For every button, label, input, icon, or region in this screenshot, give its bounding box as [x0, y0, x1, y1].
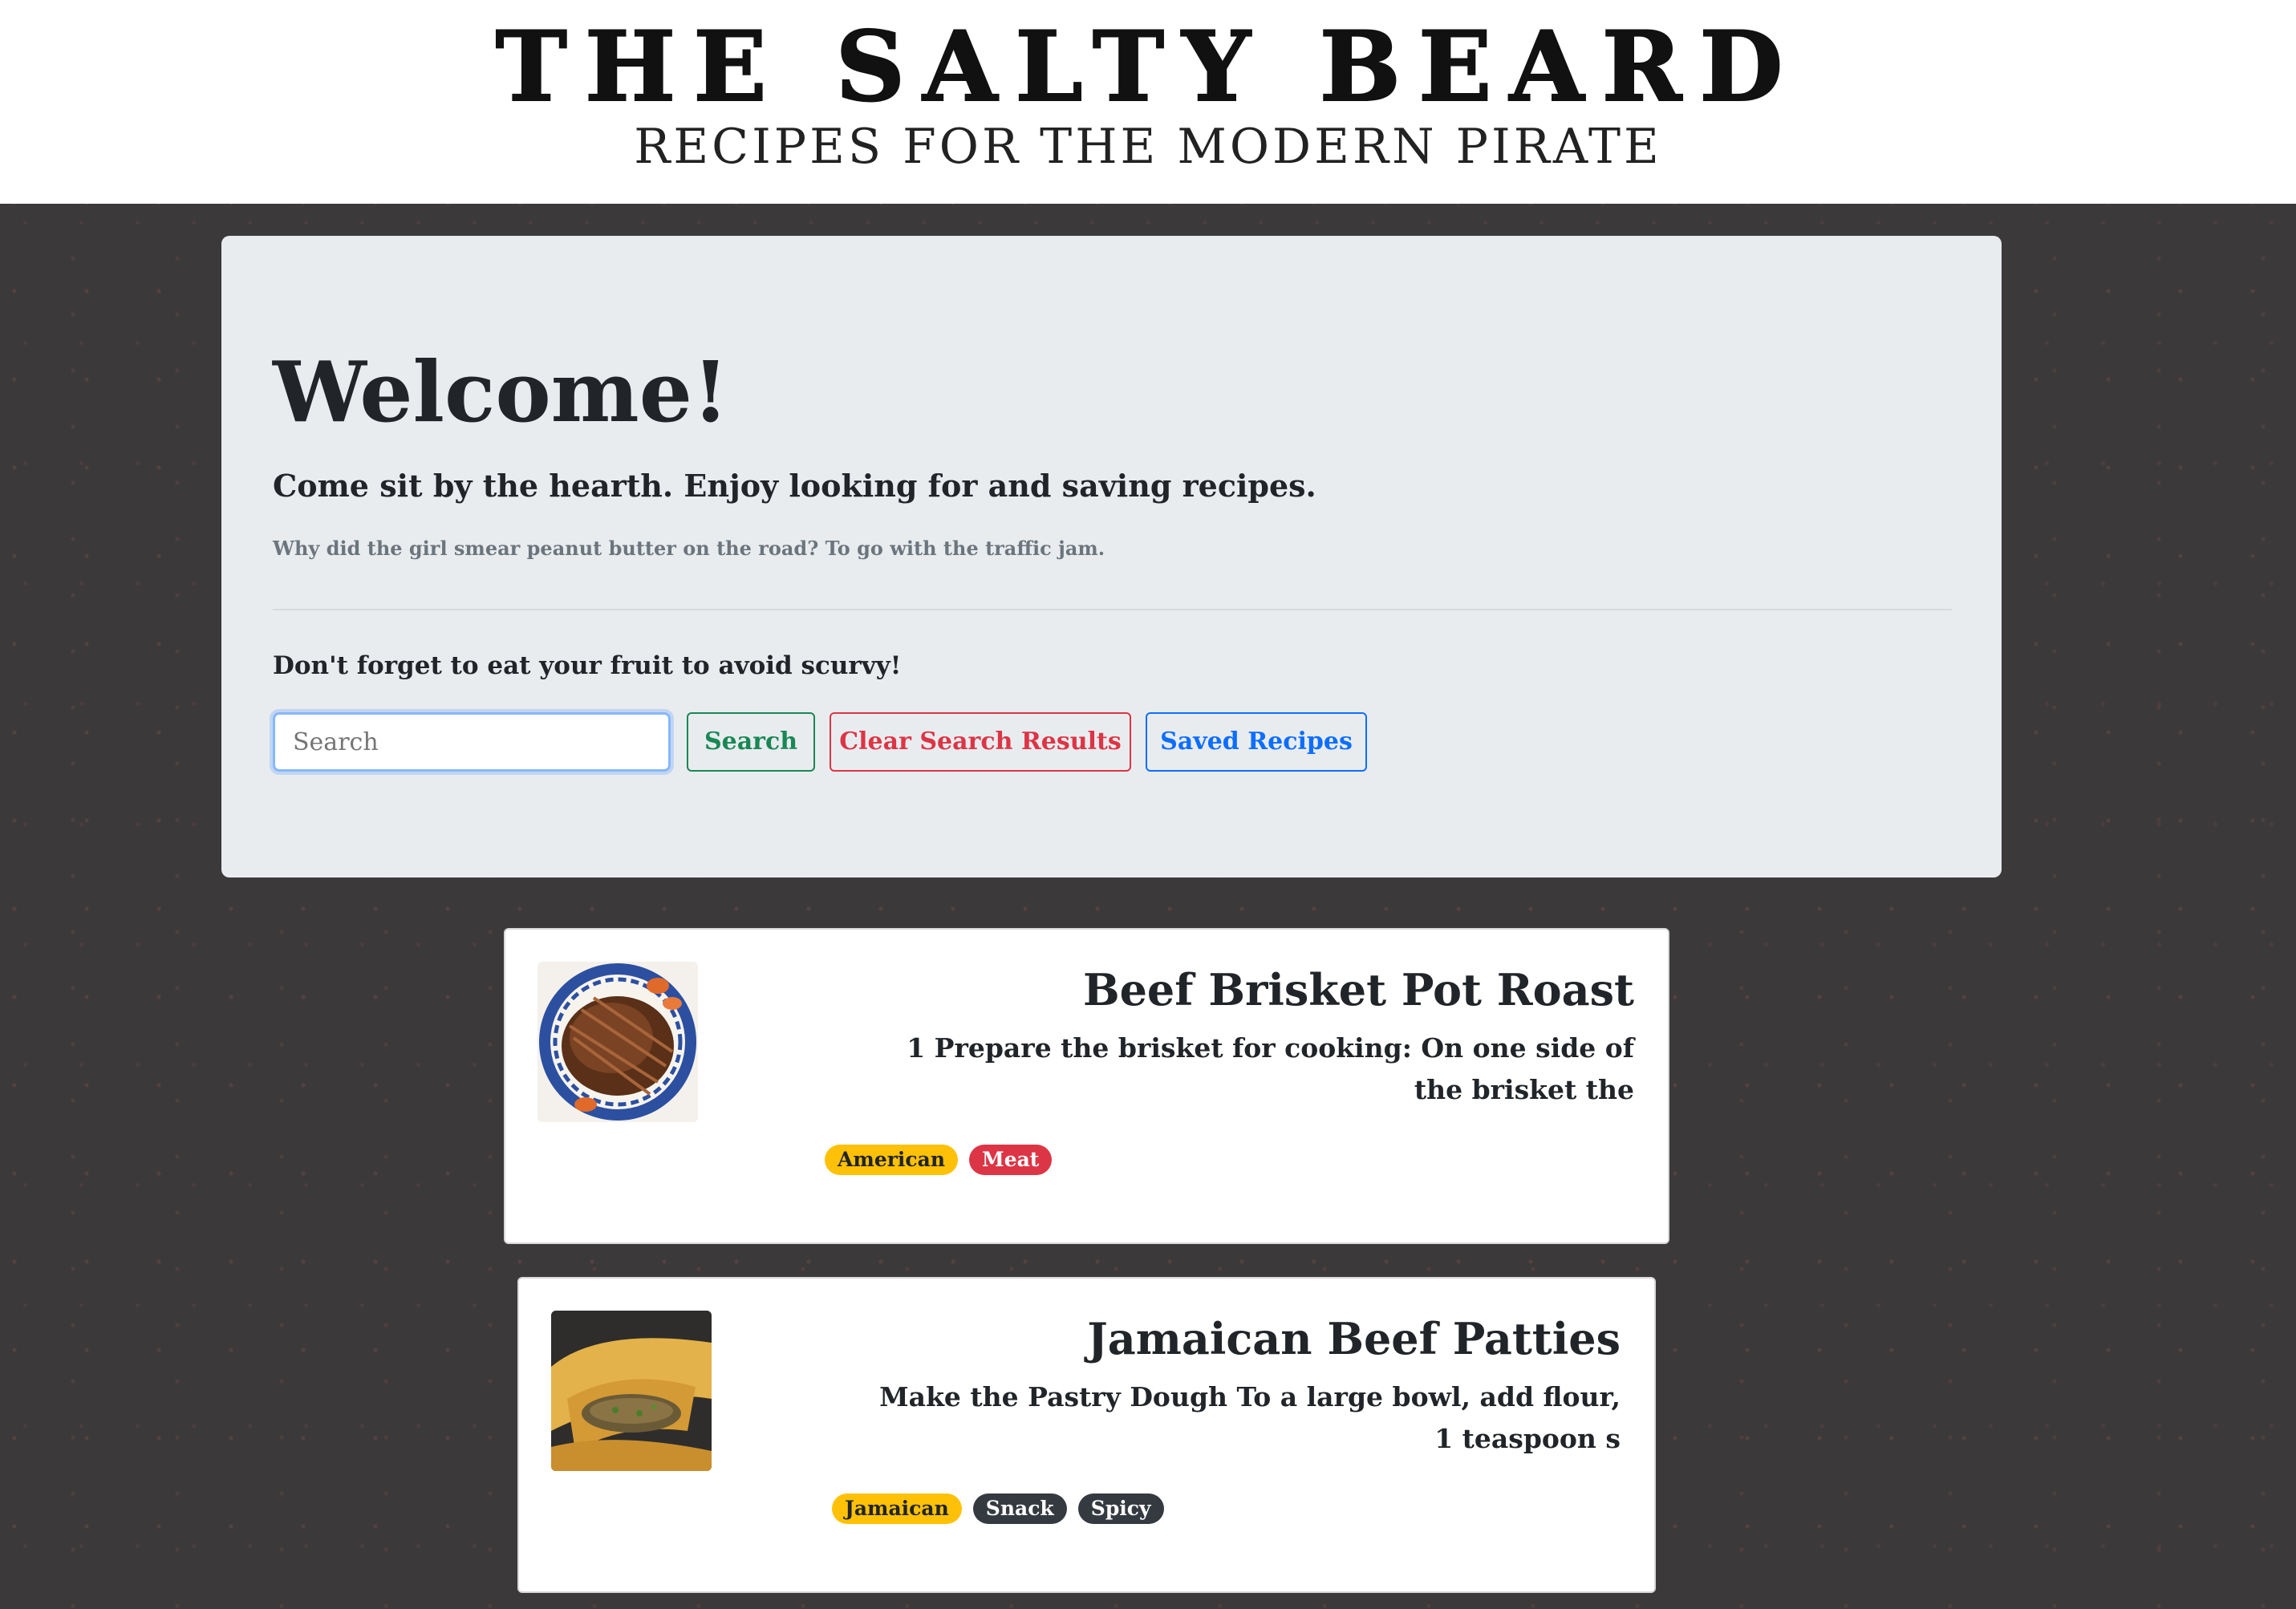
tag-badge: Jamaican — [832, 1493, 962, 1524]
recipe-card[interactable]: Jamaican Beef Patties Make the Pastry Do… — [517, 1277, 1656, 1593]
recipe-tags: Jamaican Snack Spicy — [832, 1493, 1164, 1524]
recipe-description: Make the Pastry Dough To a large bowl, a… — [879, 1381, 1621, 1454]
tag-badge: Meat — [969, 1145, 1053, 1175]
search-input[interactable] — [273, 712, 671, 772]
clear-search-button[interactable]: Clear Search Results — [830, 712, 1131, 772]
welcome-panel: Welcome! Come sit by the hearth. Enjoy l… — [221, 236, 2002, 877]
saved-recipes-button[interactable]: Saved Recipes — [1146, 712, 1367, 772]
tag-badge: Spicy — [1077, 1493, 1164, 1524]
scurvy-reminder: Don't forget to eat your fruit to avoid … — [273, 651, 902, 680]
tag-badge: American — [825, 1145, 959, 1175]
recipe-tags: American Meat — [825, 1145, 1053, 1175]
welcome-lead: Come sit by the hearth. Enjoy looking fo… — [273, 468, 1316, 504]
recipe-description: 1 Prepare the brisket for cooking: On on… — [907, 1032, 1634, 1105]
joke-text: Why did the girl smear peanut butter on … — [273, 537, 1105, 560]
site-header: THE SALTY BEARD RECIPES FOR THE MODERN P… — [0, 0, 2296, 204]
recipe-card[interactable]: Beef Brisket Pot Roast 1 Prepare the bri… — [504, 928, 1669, 1244]
welcome-heading: Welcome! — [273, 342, 729, 441]
recipe-image-patties[interactable] — [551, 1311, 712, 1471]
site-subtitle: RECIPES FOR THE MODERN PIRATE — [634, 119, 1662, 175]
divider — [273, 609, 1952, 610]
recipe-title[interactable]: Beef Brisket Pot Roast — [1083, 962, 1634, 1018]
site-title: THE SALTY BEARD — [495, 10, 1801, 124]
tag-badge: Snack — [972, 1493, 1067, 1524]
search-button[interactable]: Search — [687, 712, 815, 772]
recipe-title[interactable]: Jamaican Beef Patties — [1087, 1311, 1621, 1367]
recipe-image-brisket[interactable] — [537, 962, 698, 1122]
